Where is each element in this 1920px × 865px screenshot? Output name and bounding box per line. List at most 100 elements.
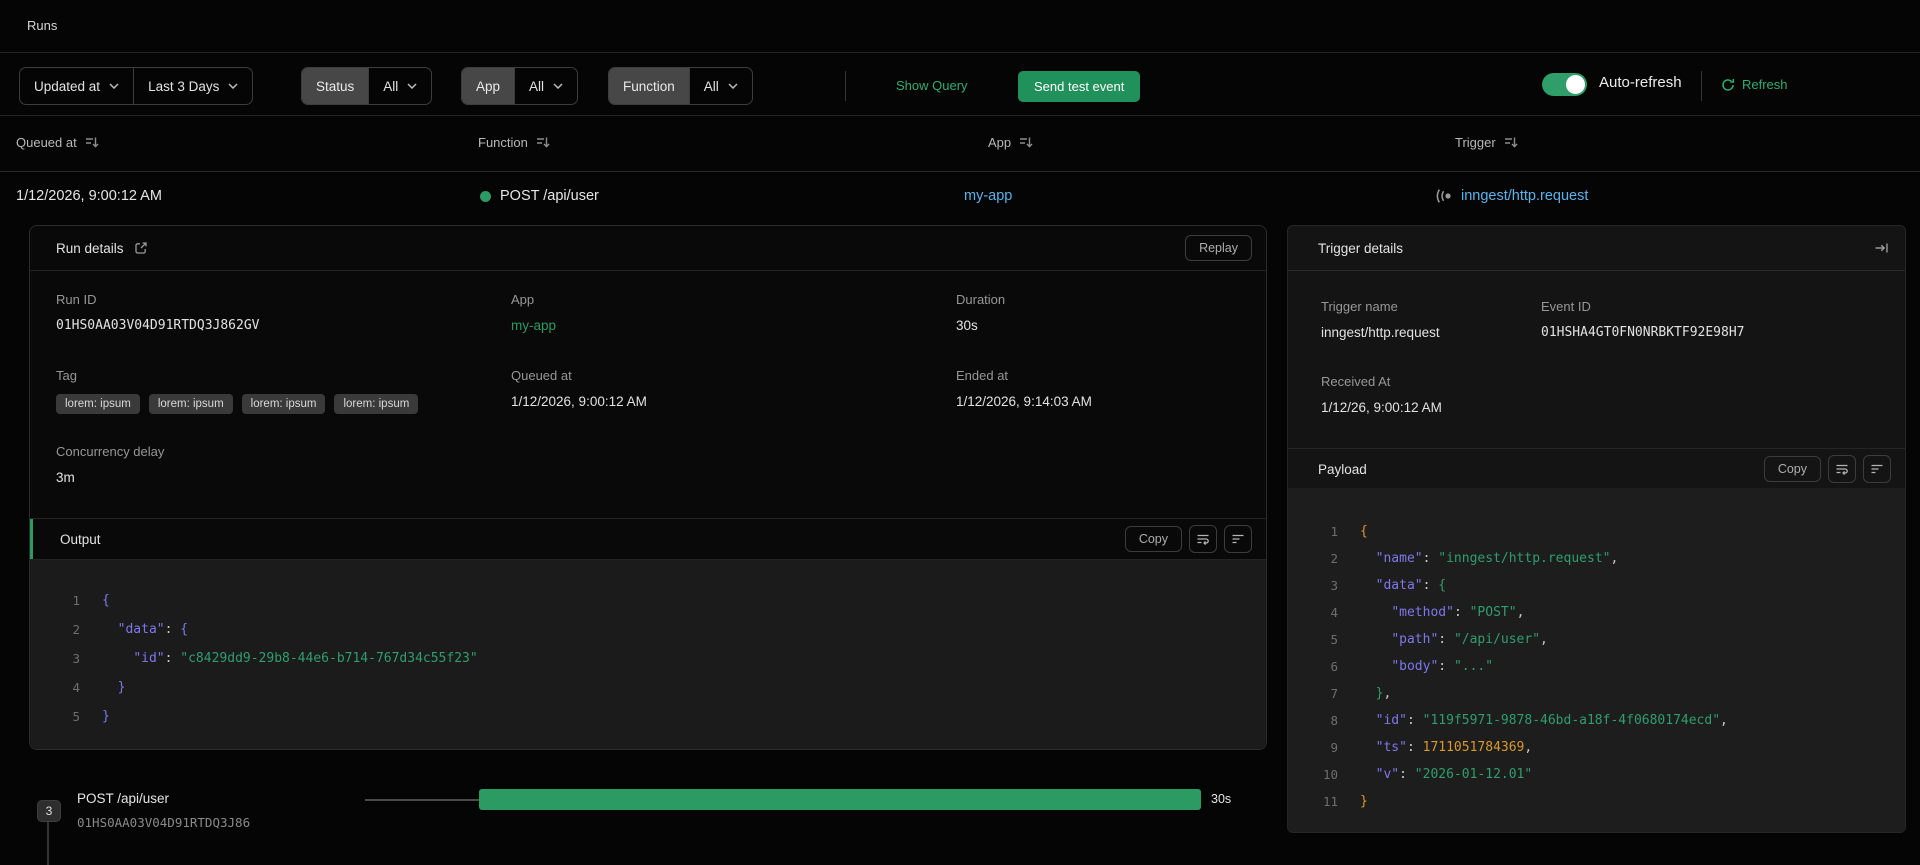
wrap-text-button[interactable] [1828, 455, 1856, 483]
chevron-down-icon [407, 83, 417, 89]
trigger-details-title: Trigger details [1318, 240, 1404, 256]
code-line: 5 "path": "/api/user", [1330, 632, 1548, 647]
event-id-value: 01HSHA4GT0FN0NRBKTF92E98H7 [1541, 325, 1745, 340]
webhook-icon [1434, 189, 1452, 203]
column-header-queued-at[interactable]: Queued at [16, 135, 99, 150]
tag-badge: lorem: ipsum [56, 394, 140, 414]
trigger-details-panel: Trigger details Trigger name inngest/htt… [1287, 225, 1906, 833]
concurrency-delay-value: 3m [56, 470, 75, 485]
app-filter-value: All [529, 78, 545, 94]
timeline-duration-bar [479, 789, 1201, 810]
divider [845, 71, 846, 101]
timeline-connector [47, 822, 49, 865]
sort-icon [85, 136, 99, 149]
code-line: 5} [72, 709, 110, 724]
chevron-down-icon [728, 83, 738, 89]
column-header-function[interactable]: Function [478, 135, 550, 150]
toggle-knob [1566, 75, 1585, 94]
function-filter-label: Function [609, 68, 689, 104]
timeline-duration-label: 30s [1211, 792, 1232, 806]
run-id-value: 01HS0AA03V04D91RTDQ3J862GV [56, 318, 260, 333]
sort-field-dropdown[interactable]: Updated at [20, 68, 133, 104]
app-filter-dropdown[interactable]: All [514, 68, 577, 104]
ended-at-label: Ended at [956, 368, 1009, 383]
status-filter-value: All [383, 78, 399, 94]
status-filter-label: Status [302, 68, 369, 104]
tag-list: lorem: ipsum lorem: ipsum lorem: ipsum lore… [56, 394, 427, 414]
refresh-icon [1721, 78, 1735, 92]
replay-button[interactable]: Replay [1185, 235, 1252, 261]
top-bar: Runs [0, 0, 1920, 53]
function-filter-value: All [703, 78, 719, 94]
tag-badge: lorem: ipsum [241, 394, 326, 414]
attempt-count-badge[interactable]: 3 [37, 800, 61, 822]
code-line: 7 }, [1330, 686, 1392, 701]
timeline-run-id: 01HS0AA03V04D91RTDQ3J86 [77, 815, 251, 830]
tag-label: Tag [56, 368, 77, 383]
row-trigger: inngest/http.request [1434, 188, 1588, 204]
payload-section-header: Payload Copy [1288, 448, 1905, 490]
auto-refresh-label: Auto-refresh [1599, 74, 1682, 91]
code-line: 8 "id": "119f5971-9878-46bd-a18f-4f06801… [1330, 713, 1728, 728]
output-accent-bar [30, 519, 33, 559]
payload-copy-button[interactable]: Copy [1763, 456, 1821, 482]
time-range-value: Last 3 Days [148, 78, 220, 94]
code-line: 1{ [72, 593, 110, 608]
timeline-step[interactable]: 3 POST /api/user 01HS0AA03V04D91RTDQ3J86… [0, 778, 1920, 865]
trigger-name-value: inngest/http.request [1321, 325, 1440, 340]
sort-field-value: Updated at [34, 78, 101, 94]
event-id-label: Event ID [1541, 299, 1591, 314]
auto-refresh-toggle[interactable] [1542, 73, 1587, 96]
sort-icon [1504, 136, 1518, 149]
wrap-text-button[interactable] [1189, 525, 1217, 553]
timeline-function-name: POST /api/user [77, 791, 170, 806]
divider [1701, 71, 1702, 101]
collapse-right-icon[interactable] [1874, 241, 1889, 255]
chevron-down-icon [109, 83, 119, 89]
chevron-down-icon [228, 83, 238, 89]
queued-at-label: Queued at [511, 368, 572, 383]
tag-badge: lorem: ipsum [148, 394, 233, 414]
align-left-button[interactable] [1863, 455, 1891, 483]
row-function: POST /api/user [480, 188, 599, 204]
queued-at-value: 1/12/2026, 9:00:12 AM [511, 394, 647, 409]
code-line: 1{ [1330, 524, 1368, 539]
output-copy-button[interactable]: Copy [1124, 526, 1182, 552]
function-filter-dropdown[interactable]: All [688, 68, 752, 104]
code-line: 2 "name": "inngest/http.request", [1330, 551, 1619, 566]
payload-title: Payload [1318, 461, 1367, 477]
received-at-label: Received At [1321, 374, 1391, 389]
refresh-label: Refresh [1742, 77, 1788, 92]
concurrency-delay-label: Concurrency delay [56, 444, 165, 459]
app-filter-label: App [462, 68, 515, 104]
run-details-header: Run details Replay [30, 226, 1266, 271]
refresh-button[interactable]: Refresh [1721, 77, 1788, 92]
trigger-name-label: Trigger name [1321, 299, 1398, 314]
align-left-button[interactable] [1224, 525, 1252, 553]
status-filter-dropdown[interactable]: All [368, 68, 431, 104]
time-range-dropdown[interactable]: Last 3 Days [133, 68, 252, 104]
column-header-trigger[interactable]: Trigger [1455, 135, 1518, 150]
table-row[interactable]: 1/12/2026, 9:00:12 AM POST /api/user my-… [0, 172, 1920, 225]
code-line: 3 "data": { [1330, 578, 1447, 593]
show-query-link[interactable]: Show Query [896, 78, 968, 93]
run-details-title: Run details [56, 240, 124, 256]
filter-bar: Updated at Last 3 Days Status All App Al… [0, 53, 1920, 116]
external-link-icon[interactable] [134, 241, 148, 255]
sort-icon [1019, 136, 1033, 149]
row-app-link[interactable]: my-app [964, 188, 1012, 204]
ended-at-value: 1/12/2026, 9:14:03 AM [956, 394, 1092, 409]
tag-badge: lorem: ipsum [334, 394, 419, 414]
code-line: 3 "id": "c8429dd9-29b8-44e6-b714-767d34c… [72, 651, 478, 666]
status-dot [480, 190, 491, 202]
table-header: Queued at Function App Trigger [0, 116, 1920, 172]
output-title: Output [60, 531, 101, 547]
row-trigger-link[interactable]: inngest/http.request [1461, 188, 1588, 204]
app-value-link[interactable]: my-app [511, 318, 556, 333]
trigger-details-header: Trigger details [1288, 226, 1905, 271]
code-line: 2 "data": { [72, 622, 189, 637]
duration-label: Duration [956, 292, 1006, 307]
chevron-down-icon [553, 83, 563, 89]
send-test-event-button[interactable]: Send test event [1018, 71, 1141, 102]
column-header-app[interactable]: App [988, 135, 1033, 150]
